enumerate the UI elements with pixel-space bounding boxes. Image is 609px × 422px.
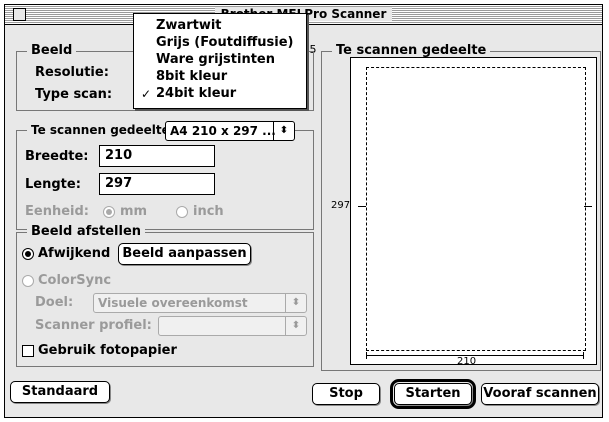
menu-item-zwartwit[interactable]: Zwartwit — [156, 18, 222, 34]
breedte-field[interactable]: 210 — [99, 145, 215, 167]
updown-arrow-icon: ⬍ — [273, 122, 294, 140]
menu-item-ware-grijstinten[interactable]: Ware grijstinten — [156, 52, 275, 68]
lengte-field[interactable]: 297 — [99, 173, 215, 195]
scanner-profiel-label: Scanner profiel: — [35, 318, 152, 333]
height-ruler-label: 297 — [331, 200, 351, 211]
scan-selection-rect[interactable] — [366, 67, 586, 351]
scanner-window: Brother MFLPro Scanner 0.5 Beeld Resolut… — [4, 4, 603, 418]
unit-inch-radio[interactable] — [176, 206, 188, 218]
afwijkend-label: Afwijkend — [38, 246, 111, 261]
type-scan-label: Type scan: — [35, 87, 113, 102]
doel-select[interactable]: Visuele overeenkomst ⬍ — [93, 293, 307, 313]
width-ruler-label: 210 — [457, 356, 477, 367]
unit-mm-label: mm — [120, 204, 148, 219]
vooraf-scannen-button[interactable]: Vooraf scannen — [481, 383, 599, 405]
updown-arrow-icon: ⬍ — [285, 317, 306, 335]
adjust-group-label: Beeld afstellen — [27, 224, 146, 240]
colorsync-label: ColorSync — [38, 273, 112, 288]
stop-button[interactable]: Stop — [312, 383, 380, 405]
scan-type-menu[interactable]: Zwartwit Grijs (Foutdiffusie) Ware grijs… — [133, 13, 307, 109]
menu-item-grijs-foutdiffusie[interactable]: Grijs (Foutdiffusie) — [156, 35, 293, 51]
unit-mm-radio[interactable] — [103, 206, 115, 218]
beeld-group-label: Beeld — [27, 43, 77, 59]
scan-area-select[interactable]: A4 210 x 297 ... ⬍ — [165, 121, 295, 141]
height-tick-left — [358, 206, 366, 207]
menu-item-8bit-kleur[interactable]: 8bit kleur — [156, 69, 227, 85]
height-tick-right — [584, 206, 592, 207]
checkmark-icon: ✓ — [141, 87, 152, 101]
menu-item-24bit-kleur[interactable]: 24bit kleur — [156, 86, 236, 102]
standaard-button[interactable]: Standaard — [10, 381, 110, 403]
scan-area-group-label: Te scannen gedeelte — [27, 122, 174, 138]
doel-label: Doel: — [35, 295, 74, 310]
lengte-label: Lengte: — [25, 177, 81, 192]
scanner-profiel-select[interactable]: ⬍ — [158, 316, 307, 336]
eenheid-label: Eenheid: — [25, 204, 89, 219]
starten-button[interactable]: Starten — [390, 379, 476, 409]
breedte-label: Breedte: — [25, 149, 89, 164]
scan-area-select-value: A4 210 x 297 ... — [170, 124, 276, 138]
resolutie-label: Resolutie: — [35, 65, 109, 80]
afwijkend-radio[interactable] — [22, 248, 34, 260]
updown-arrow-icon: ⬍ — [285, 294, 306, 312]
fotopapier-label: Gebruik fotopapier — [38, 343, 177, 358]
fotopapier-checkbox[interactable] — [22, 345, 34, 357]
doel-select-value: Visuele overeenkomst — [98, 296, 248, 310]
colorsync-radio[interactable] — [22, 275, 34, 287]
beeld-aanpassen-button[interactable]: Beeld aanpassen — [118, 243, 251, 265]
unit-inch-label: inch — [193, 204, 224, 219]
